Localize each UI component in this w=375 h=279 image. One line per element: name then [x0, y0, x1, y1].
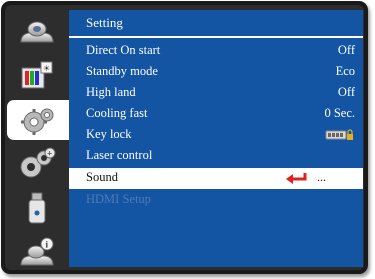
display-icon: [20, 21, 54, 43]
menu-item-value: ...: [317, 170, 326, 184]
expanded-setting-icon: +: [20, 147, 56, 178]
menu-header: Setting: [69, 10, 363, 38]
menu-item-value: Eco: [335, 64, 355, 78]
tab-setting[interactable]: [7, 100, 69, 140]
setting-menu-panel: Setting Direct On start Off Standby mode…: [69, 10, 363, 267]
menu-item-cooling-fast[interactable]: Cooling fast 0 Sec.: [69, 104, 363, 125]
svg-text:☀: ☀: [43, 64, 50, 73]
menu-item-value: Off: [337, 43, 355, 57]
tab-image-adjust[interactable]: ☀: [9, 56, 65, 96]
usb-memory-icon: [28, 192, 46, 224]
menu-item-value: Off: [337, 85, 355, 99]
menu-item-hdmi-setup: HDMI Setup: [69, 190, 363, 211]
menu-item-label: Standby mode: [86, 64, 158, 78]
menu-item-standby-mode[interactable]: Standby mode Eco: [69, 62, 363, 83]
menu-item-label: Cooling fast: [86, 106, 148, 120]
menu-item-label: Laser control: [86, 148, 153, 162]
menu-item-label: Sound: [86, 170, 118, 184]
keylock-icon: [325, 129, 353, 140]
menu-item-label: Direct On start: [86, 43, 161, 57]
tab-usb-memory[interactable]: [9, 188, 65, 228]
enter-arrow-icon: [286, 173, 307, 184]
menu-item-direct-on-start[interactable]: Direct On start Off: [69, 41, 363, 62]
tab-display[interactable]: [9, 12, 65, 52]
menu-item-label: Key lock: [86, 127, 132, 141]
tab-expanded-setting[interactable]: +: [9, 144, 65, 184]
image-adjust-icon: ☀: [21, 61, 53, 89]
setting-gear-icon: [21, 108, 54, 135]
menu-item-label: High land: [86, 85, 136, 99]
menu-item-value: 0 Sec.: [324, 106, 355, 120]
menu-item-high-land[interactable]: High land Off: [69, 83, 363, 104]
menu-item-key-lock[interactable]: Key lock: [69, 125, 363, 146]
menu-item-laser-control[interactable]: Laser control: [69, 146, 363, 167]
information-icon: i: [20, 237, 54, 266]
menu-item-label: HDMI Setup: [86, 192, 151, 206]
page-title: Setting: [86, 15, 123, 30]
tab-information[interactable]: i: [9, 232, 65, 272]
svg-text:+: +: [47, 149, 52, 159]
menu-item-sound[interactable]: Sound ...: [69, 168, 363, 189]
